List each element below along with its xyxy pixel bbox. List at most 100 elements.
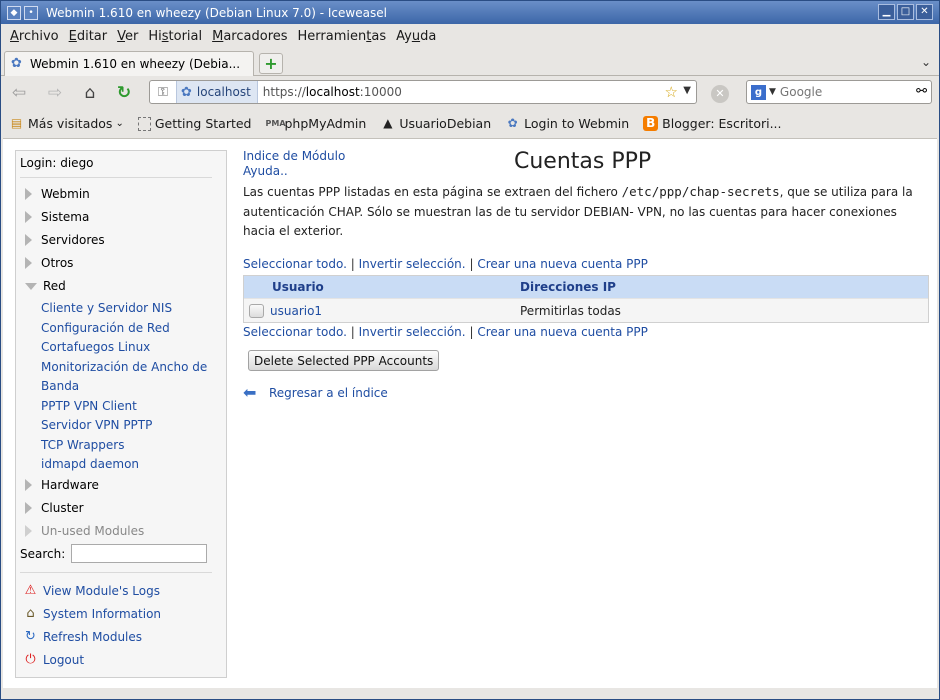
bookmarks-toolbar: ▤ Más visitados ⌄ Getting Started PMA ph…: [1, 110, 939, 137]
tab-webmin[interactable]: ✿ Webmin 1.610 en wheezy (Debia...: [4, 51, 254, 76]
menu-historial[interactable]: Historial: [143, 29, 207, 44]
row-checkbox[interactable]: [249, 303, 264, 318]
module-ancho-banda-cont[interactable]: Banda: [41, 377, 79, 396]
nav-toolbar: ⇦ ⇨ ⌂ ↻ ⚿ ✿ localhost https://localhost:…: [1, 77, 939, 109]
category-unused[interactable]: Un-used Modules: [25, 524, 144, 538]
maximize-button[interactable]: □: [897, 4, 914, 20]
close-button[interactable]: ✕: [916, 4, 933, 20]
expand-icon: [25, 188, 32, 200]
bookmark-blogger[interactable]: B Blogger: Escritori...: [643, 116, 782, 131]
bookmark-getting-started[interactable]: Getting Started: [137, 116, 252, 131]
divider: [20, 572, 212, 573]
key-icon[interactable]: ⚿: [150, 85, 176, 100]
category-red[interactable]: Red: [25, 279, 66, 293]
system-info-link[interactable]: ⌂ System Information: [22, 606, 161, 622]
blogger-icon: B: [643, 116, 659, 131]
search-input[interactable]: [779, 85, 900, 99]
expand-icon: [25, 211, 32, 223]
back-to-index-link[interactable]: Regresar a el índice: [269, 386, 388, 400]
menu-ayuda[interactable]: Ayuda: [391, 29, 441, 44]
module-configuracion-red[interactable]: Configuración de Red: [41, 319, 170, 338]
stop-icon[interactable]: ✕: [711, 85, 729, 103]
category-otros[interactable]: Otros: [25, 256, 73, 270]
new-tab-button[interactable]: +: [259, 53, 283, 74]
page-description: Las cuentas PPP listadas en esta página …: [243, 184, 913, 238]
expand-icon: [25, 502, 32, 514]
category-servidores[interactable]: Servidores: [25, 233, 105, 247]
bookmark-usuario-debian[interactable]: ▲ UsuarioDebian: [380, 116, 491, 131]
url-bar[interactable]: ⚿ ✿ localhost https://localhost:10000 ☆ …: [149, 80, 697, 104]
bookmark-mas-visitados[interactable]: ▤ Más visitados ⌄: [9, 116, 124, 131]
menu-archivo[interactable]: Archivo: [5, 29, 64, 44]
reload-icon[interactable]: ↻: [112, 81, 136, 105]
module-ancho-banda[interactable]: Monitorización de Ancho de: [41, 358, 207, 377]
module-search: Search:: [20, 544, 208, 563]
site-identity[interactable]: ✿ localhost: [176, 81, 258, 103]
ppp-accounts-table: Usuario Direcciones IP usuario1 Permitir…: [243, 275, 929, 323]
webmin-icon: ✿: [507, 116, 518, 130]
expand-icon: [25, 479, 32, 491]
webmin-icon: ✿: [11, 56, 22, 71]
search-bar[interactable]: g ▼ ⚯: [746, 80, 932, 104]
create-account-link[interactable]: Crear una nueva cuenta PPP: [477, 325, 648, 339]
invert-selection-link[interactable]: Invertir selección.: [359, 257, 466, 271]
forward-icon[interactable]: ⇨: [43, 81, 67, 105]
home-icon[interactable]: ⌂: [78, 81, 102, 105]
bookmark-login-webmin[interactable]: ✿ Login to Webmin: [505, 116, 630, 131]
back-arrow-icon[interactable]: ⬅: [243, 385, 259, 401]
back-icon[interactable]: ⇦: [7, 81, 31, 105]
category-hardware[interactable]: Hardware: [25, 478, 99, 492]
folder-icon: ▤: [10, 116, 23, 130]
menu-editar[interactable]: Editar: [64, 29, 113, 44]
module-search-input[interactable]: [71, 544, 208, 563]
module-pptp-client[interactable]: PPTP VPN Client: [41, 397, 137, 416]
google-icon[interactable]: g: [751, 84, 766, 100]
bookmark-star-icon[interactable]: ☆: [665, 83, 678, 101]
table-row: usuario1 Permitirlas todas: [244, 298, 928, 322]
menu-herramientas[interactable]: Herramientas: [293, 29, 392, 44]
main-panel: Indice de Módulo Ayuda.. Cuentas PPP Las…: [243, 139, 933, 679]
select-all-link[interactable]: Seleccionar todo.: [243, 325, 347, 339]
category-cluster[interactable]: Cluster: [25, 501, 84, 515]
category-webmin[interactable]: Webmin: [25, 187, 90, 201]
binoculars-icon[interactable]: ⚯: [916, 84, 927, 99]
expand-icon: [25, 257, 32, 269]
invert-selection-link[interactable]: Invertir selección.: [359, 325, 466, 339]
category-sistema[interactable]: Sistema: [25, 210, 89, 224]
chevron-down-icon[interactable]: ▼: [683, 85, 691, 96]
delete-accounts-button[interactable]: Delete Selected PPP Accounts: [248, 350, 440, 371]
divider: [20, 177, 212, 178]
browser-window: ◆ • Webmin 1.610 en wheezy (Debian Linux…: [0, 0, 940, 700]
tab-bar: ✿ Webmin 1.610 en wheezy (Debia... + ⌄: [1, 48, 939, 76]
menu-marcadores[interactable]: Marcadores: [207, 29, 292, 44]
module-idmapd[interactable]: idmapd daemon: [41, 455, 139, 474]
user-link[interactable]: usuario1: [270, 304, 322, 318]
bookmark-phpmyadmin[interactable]: PMA phpMyAdmin: [266, 116, 367, 131]
module-index-link[interactable]: Indice de Módulo: [243, 149, 345, 163]
column-direcciones: Direcciones IP: [520, 280, 616, 294]
help-link[interactable]: Ayuda..: [243, 164, 288, 178]
window-menu-icon[interactable]: ◆: [7, 5, 21, 20]
module-pptp-server[interactable]: Servidor VPN PPTP: [41, 416, 152, 435]
page-content: Login: diego Webmin Sistema Servidores O…: [3, 138, 937, 688]
table-actions-top: Seleccionar todo. | Invertir selección. …: [243, 257, 648, 271]
refresh-modules-link[interactable]: ↻ Refresh Modules: [22, 629, 142, 645]
back-row: ⬅ Regresar a el índice: [243, 385, 388, 401]
page-icon: [137, 116, 151, 131]
select-all-link[interactable]: Seleccionar todo.: [243, 257, 347, 271]
chevron-down-icon[interactable]: ⌄: [921, 55, 931, 69]
login-label: Login: diego: [20, 156, 94, 170]
chevron-down-icon[interactable]: ▼: [769, 87, 776, 97]
module-cortafuegos[interactable]: Cortafuegos Linux: [41, 338, 150, 357]
create-account-link[interactable]: Crear una nueva cuenta PPP: [477, 257, 648, 271]
url-text[interactable]: https://localhost:10000: [258, 85, 402, 99]
home-icon: ⌂: [26, 606, 35, 621]
minimize-button[interactable]: ▁: [878, 4, 895, 20]
logout-link[interactable]: ⏻ Logout: [22, 652, 84, 668]
menu-ver[interactable]: Ver: [112, 29, 143, 44]
view-logs-link[interactable]: ⚠ View Module's Logs: [22, 583, 160, 599]
webmin-sidebar: Login: diego Webmin Sistema Servidores O…: [15, 150, 227, 678]
module-tcp-wrappers[interactable]: TCP Wrappers: [41, 436, 124, 455]
module-cliente-nis[interactable]: Cliente y Servidor NIS: [41, 299, 172, 318]
sticky-icon[interactable]: •: [24, 5, 38, 20]
